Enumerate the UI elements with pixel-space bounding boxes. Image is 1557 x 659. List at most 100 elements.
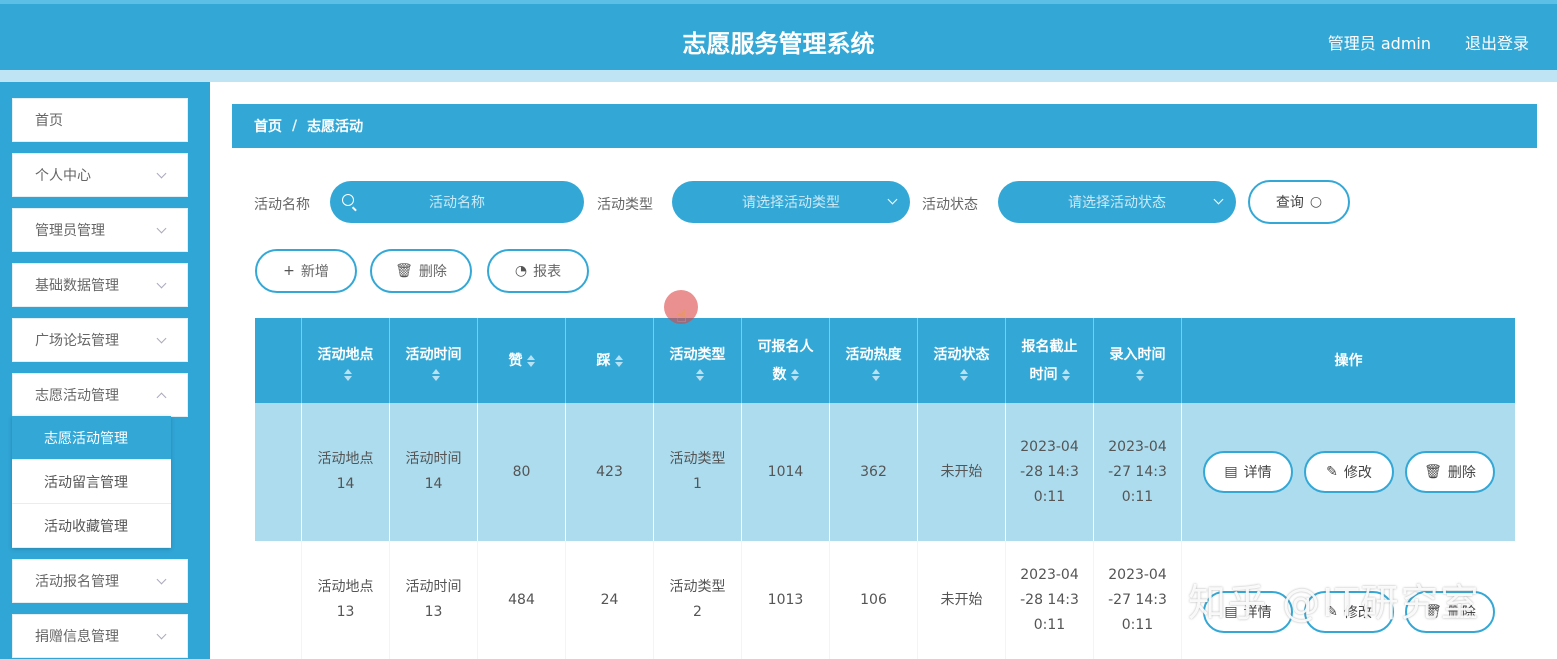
column-header-type[interactable]: 活动类型	[654, 318, 742, 403]
pencil-icon: ✎	[1326, 604, 1338, 620]
column-header-deadline[interactable]: 报名截止 时间	[1006, 318, 1094, 403]
current-user: 管理员 admin	[1327, 34, 1431, 53]
detail-button-label: 详情	[1243, 605, 1272, 621]
edit-button[interactable]: ✎ 修改	[1304, 591, 1394, 633]
logout-link[interactable]: 退出登录	[1465, 30, 1529, 54]
table-row[interactable]: 活动地点 14 活动时间 14 80 423 活动类型 1 1014 362 未开始 …	[255, 403, 1515, 541]
edit-button[interactable]: ✎ 修改	[1304, 451, 1394, 493]
sidebar-item-base-data[interactable]: 基础数据管理	[12, 263, 188, 307]
row-delete-button[interactable]: 🗑 删除	[1405, 451, 1495, 493]
sidebar-item-label: 首页	[35, 113, 63, 129]
header-label: 报名截止	[1021, 338, 1078, 355]
select-column-header[interactable]	[255, 318, 302, 403]
breadcrumb-home[interactable]: 首页	[254, 116, 282, 136]
query-button[interactable]: 查询 ○	[1248, 180, 1350, 224]
edit-button-label: 修改	[1343, 605, 1372, 621]
sidebar-item-personal-center[interactable]: 个人中心	[12, 153, 188, 197]
cell-time: 活动时间 14	[390, 403, 478, 541]
cell-heat: 106	[830, 541, 918, 659]
delete-button[interactable]: 🗑 删除	[370, 249, 472, 293]
column-header-dislike[interactable]: 踩	[566, 318, 654, 403]
cell-text: 2023-04	[1020, 566, 1079, 583]
sort-icon[interactable]	[959, 368, 968, 381]
submenu-item-activity-favorites[interactable]: 活动收藏管理	[12, 504, 171, 548]
column-header-status[interactable]: 活动状态	[918, 318, 1006, 403]
breadcrumb-current: 志愿活动	[307, 119, 364, 135]
submenu-volunteer-activities: 志愿活动管理 活动留言管理 活动收藏管理	[12, 416, 171, 548]
cell-heat: 362	[830, 403, 918, 541]
activity-type-select[interactable]: 请选择活动类型	[672, 181, 910, 223]
add-button-label: 新增	[300, 264, 329, 280]
submenu-item-activity-messages[interactable]: 活动留言管理	[12, 460, 171, 504]
header-label: 活动时间	[405, 346, 462, 363]
edit-button-label: 修改	[1343, 465, 1372, 481]
sidebar-item-registration[interactable]: 活动报名管理	[12, 559, 188, 603]
column-header-capacity[interactable]: 可报名人 数	[742, 318, 830, 403]
sort-icon[interactable]	[1135, 368, 1144, 381]
chevron-down-icon	[156, 278, 167, 288]
sidebar-item-label: 活动报名管理	[35, 574, 119, 590]
cell-text: -27 14:3	[1108, 591, 1167, 608]
header-label: 时间	[1029, 366, 1058, 383]
chevron-down-icon	[156, 629, 167, 639]
sort-icon[interactable]	[614, 354, 623, 367]
delete-button-label: 删除	[418, 264, 447, 280]
detail-button[interactable]: ▤ 详情	[1203, 451, 1293, 493]
sidebar-item-home[interactable]: 首页	[12, 98, 188, 142]
submenu-item-activity-management[interactable]: 志愿活动管理	[12, 416, 171, 460]
column-header-like[interactable]: 赞	[478, 318, 566, 403]
sort-icon[interactable]	[1061, 368, 1070, 381]
cell-text: 106	[860, 591, 887, 608]
activity-type-label: 活动类型	[597, 197, 653, 213]
sort-icon[interactable]	[871, 368, 880, 381]
search-icon	[342, 194, 354, 206]
sort-icon[interactable]	[695, 368, 704, 381]
cell-text: -28 14:3	[1020, 463, 1079, 480]
sidebar-item-label: 志愿活动管理	[35, 388, 119, 404]
sidebar-item-admin-management[interactable]: 管理员管理	[12, 208, 188, 252]
column-header-place[interactable]: 活动地点	[302, 318, 390, 403]
report-button[interactable]: ◔ 报表	[487, 249, 589, 293]
row-delete-button[interactable]: 🗑 删除	[1405, 591, 1495, 633]
sort-icon[interactable]	[526, 354, 535, 367]
column-header-created[interactable]: 录入时间	[1094, 318, 1182, 403]
column-header-time[interactable]: 活动时间	[390, 318, 478, 403]
row-select-cell[interactable]	[255, 403, 302, 541]
table-row[interactable]: 活动地点 13 活动时间 13 484 24 活动类型 2 1013 106 未开始 …	[255, 541, 1515, 659]
column-header-heat[interactable]: 活动热度	[830, 318, 918, 403]
row-select-cell[interactable]	[255, 541, 302, 659]
sort-icon[interactable]	[343, 368, 352, 381]
chevron-down-icon	[1213, 194, 1224, 205]
cell-dislike: 24	[566, 541, 654, 659]
activity-name-placeholder: 活动名称	[429, 195, 485, 211]
cell-text: 2	[693, 604, 702, 620]
sidebar-item-forum[interactable]: 广场论坛管理	[12, 318, 188, 362]
activity-status-select[interactable]: 请选择活动状态	[998, 181, 1236, 223]
header-label: 活动地点	[317, 346, 374, 363]
cell-text: 14	[424, 476, 443, 492]
document-icon: ▤	[1224, 464, 1238, 480]
cell-deadline: 2023-04 -28 14:3 0:11	[1006, 403, 1094, 541]
sidebar-item-donation[interactable]: 捐赠信息管理	[12, 614, 188, 658]
sidebar-item-volunteer-activities[interactable]: 志愿活动管理	[12, 373, 188, 417]
cell-text: 13	[336, 604, 355, 620]
detail-button[interactable]: ▤ 详情	[1203, 591, 1293, 633]
trash-icon: 🗑	[395, 263, 413, 279]
add-button[interactable]: + 新增	[255, 249, 357, 293]
search-icon: ○	[1309, 194, 1323, 210]
cell-text: 1	[693, 476, 702, 492]
hand-cursor-icon: ☝	[676, 306, 687, 327]
cell-like: 80	[478, 403, 566, 541]
cell-capacity: 1013	[742, 541, 830, 659]
cell-text: 1014	[767, 463, 804, 480]
sidebar-item-label: 广场论坛管理	[35, 333, 119, 349]
cell-text: 未开始	[940, 591, 983, 608]
sort-icon[interactable]	[790, 368, 799, 381]
cell-text: 14	[336, 476, 355, 492]
cell-capacity: 1014	[742, 403, 830, 541]
header-label: 数	[772, 366, 787, 383]
sidebar-item-label: 捐赠信息管理	[35, 629, 119, 645]
activity-status-placeholder: 请选择活动状态	[1068, 195, 1166, 211]
sort-icon[interactable]	[431, 368, 440, 381]
activity-name-input[interactable]: 活动名称	[330, 181, 584, 223]
